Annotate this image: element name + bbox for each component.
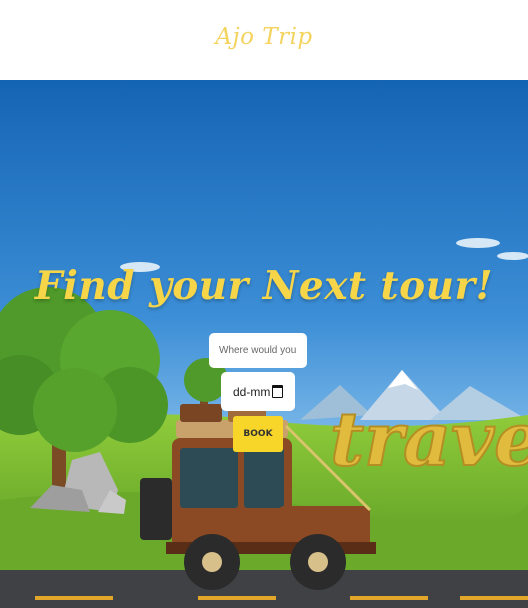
hero-title: Find your Next tour! (34, 263, 494, 309)
date-picker[interactable]: dd-mm (221, 372, 295, 411)
calendar-icon[interactable] (272, 385, 284, 398)
destination-input[interactable] (209, 333, 307, 368)
hero-banner: trave Find your Next tour! Where would y… (0, 80, 528, 608)
date-placeholder: dd-mm (233, 384, 271, 399)
road (0, 570, 528, 608)
book-button[interactable]: BOOK (233, 416, 283, 452)
site-header: Ajo Trip (0, 0, 528, 80)
brand-logo[interactable]: Ajo Trip (215, 24, 312, 50)
travel-sign: trave (330, 397, 528, 483)
